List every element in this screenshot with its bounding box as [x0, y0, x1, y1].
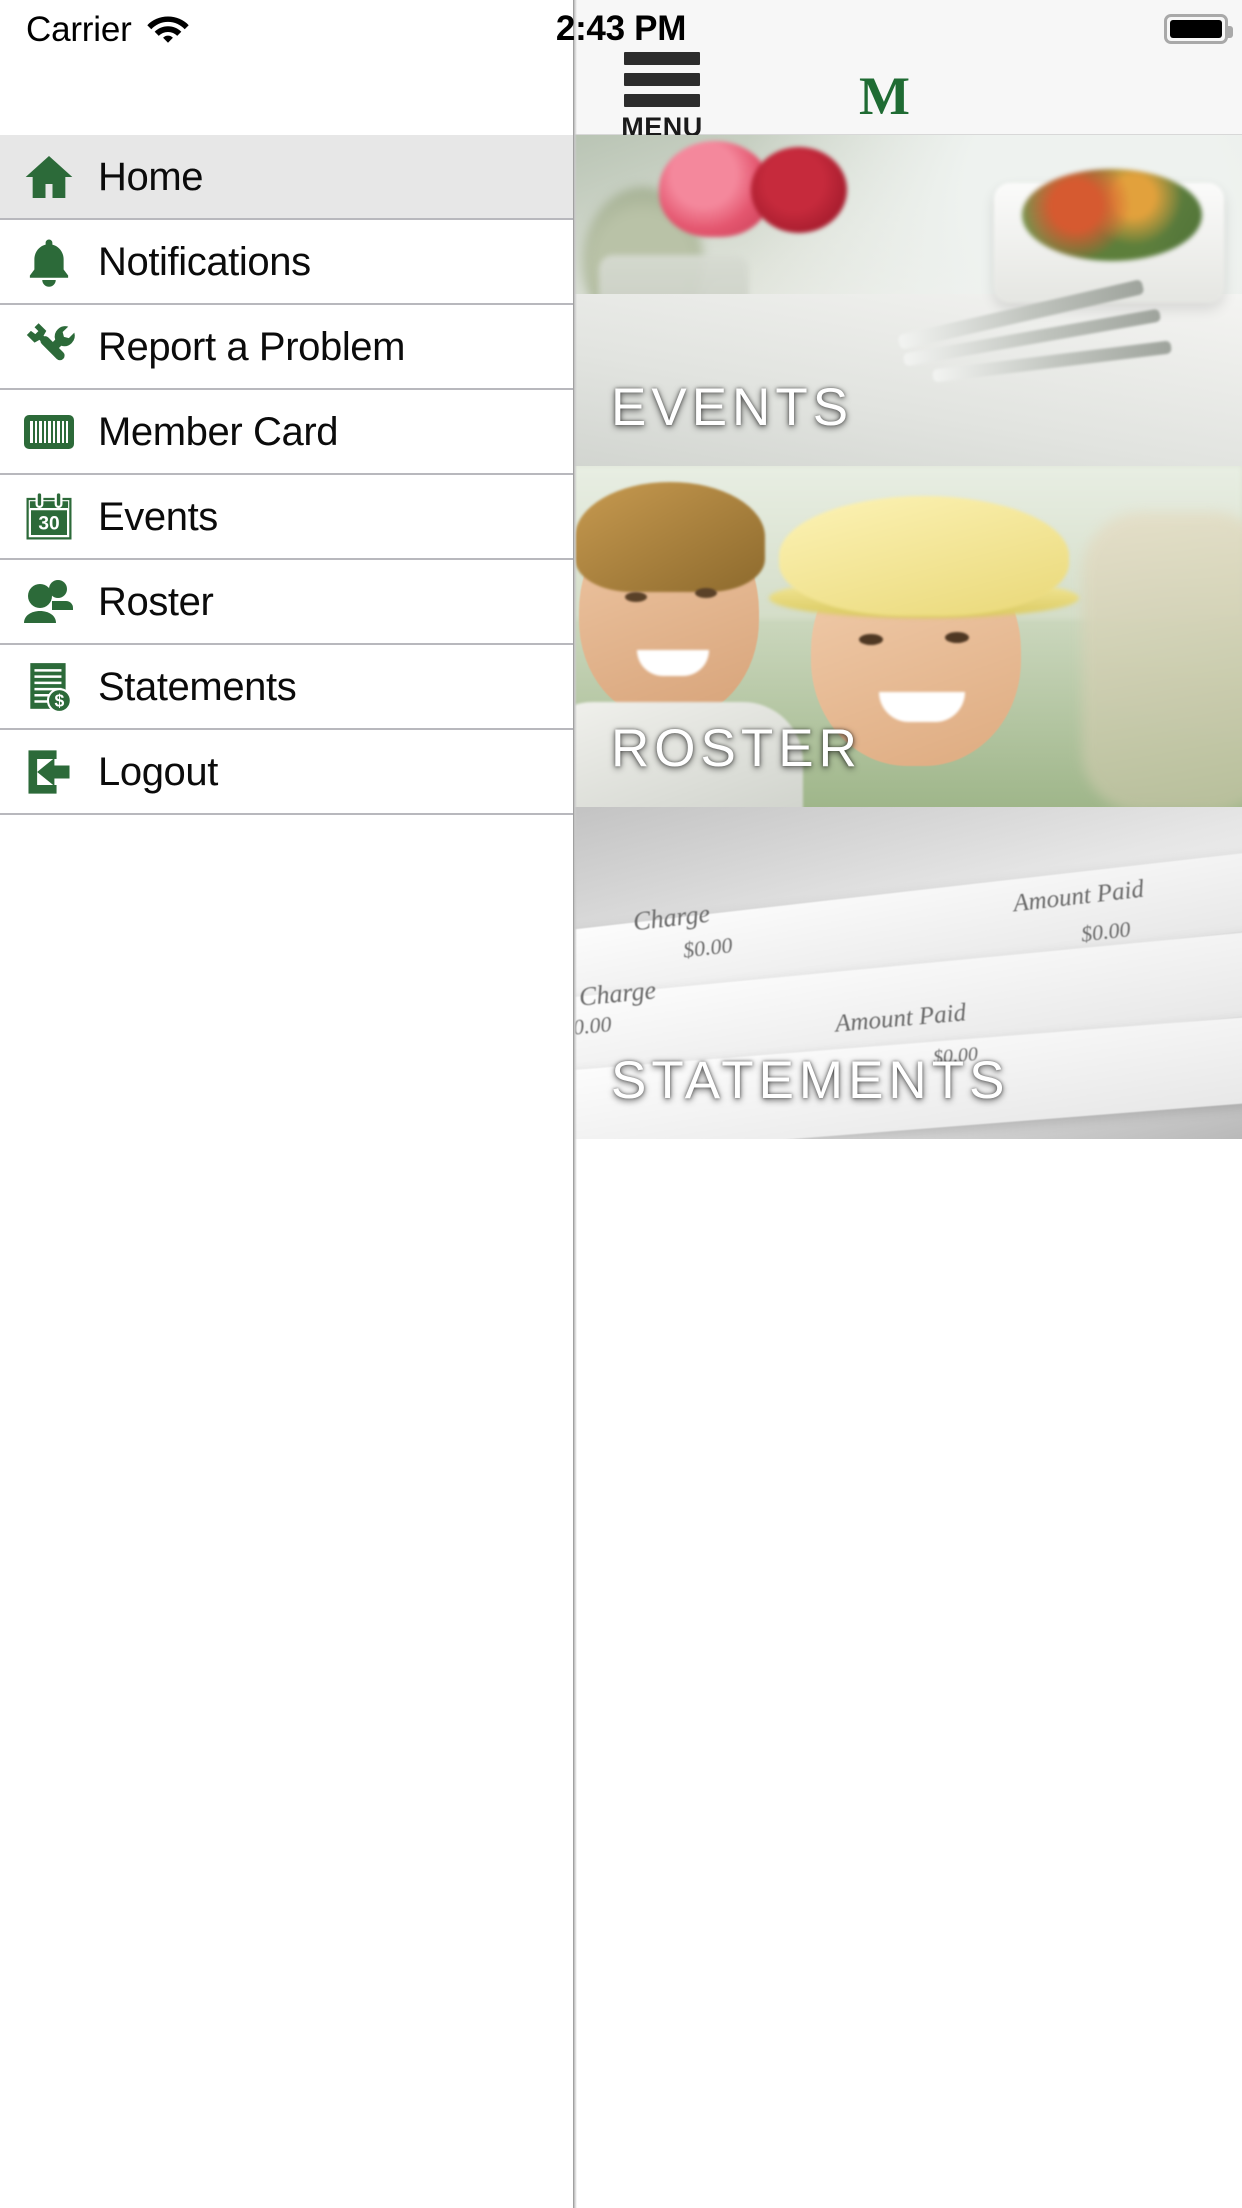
- hamburger-icon: [624, 52, 700, 107]
- photo-text-amount-2: 0.00: [573, 1011, 613, 1040]
- calendar-day-number: 30: [38, 513, 59, 534]
- status-bar: Carrier 2:43 PM: [0, 0, 686, 58]
- card-events-label: EVENTS: [611, 378, 854, 437]
- menu-button[interactable]: MENU: [617, 52, 707, 143]
- sidebar-item-member-card[interactable]: Member Card: [0, 390, 573, 475]
- svg-text:$: $: [54, 690, 64, 710]
- sidebar-item-report-a-problem[interactable]: Report a Problem: [0, 305, 573, 390]
- sidebar-item-logout-label: Logout: [98, 749, 218, 794]
- sidebar-item-statements[interactable]: $ Statements: [0, 645, 573, 730]
- card-roster[interactable]: ROSTER: [573, 466, 1242, 807]
- barcode-icon: [16, 412, 82, 452]
- page-title: M: [859, 66, 910, 126]
- card-statements-label: STATEMENTS: [611, 1051, 1010, 1110]
- sidebar-item-statements-label: Statements: [98, 664, 297, 709]
- sidebar-item-notifications[interactable]: Notifications: [0, 220, 573, 305]
- home-icon: [16, 149, 82, 205]
- app-header: MENU M: [573, 52, 1242, 142]
- main-status-bar: [573, 0, 1242, 58]
- sidebar-item-logout[interactable]: Logout: [0, 730, 573, 815]
- sidebar-item-home-label: Home: [98, 154, 204, 199]
- card-statements[interactable]: Charge $0.00 Amount Paid $0.00 Charge 0.…: [573, 807, 1242, 1139]
- card-events[interactable]: EVENTS: [573, 135, 1242, 466]
- app-screen: MENU M EVENTS ROSTER Charge $0.00 Amount…: [0, 0, 1242, 2208]
- carrier-label: Carrier: [26, 9, 132, 49]
- sidebar-item-events[interactable]: 30 Events: [0, 475, 573, 560]
- drawer-menu-list: Home Notifications Report a Problem Memb…: [0, 135, 573, 815]
- sidebar-item-report-a-problem-label: Report a Problem: [98, 324, 406, 369]
- sidebar-item-member-card-label: Member Card: [98, 409, 339, 454]
- sidebar-item-events-label: Events: [98, 494, 218, 539]
- tools-icon: [16, 319, 82, 375]
- sidebar-item-roster-label: Roster: [98, 579, 214, 624]
- logout-icon: [16, 747, 82, 797]
- sidebar-item-roster[interactable]: Roster: [0, 560, 573, 645]
- card-roster-label: ROSTER: [611, 719, 862, 778]
- sidebar-item-home[interactable]: Home: [0, 135, 573, 220]
- people-icon: [16, 578, 82, 626]
- battery-full-icon: [1164, 14, 1233, 44]
- main-content-panel: MENU M EVENTS ROSTER Charge $0.00 Amount…: [573, 0, 1242, 2208]
- photo-text-amount-1: $0.00: [681, 932, 734, 963]
- bell-icon: [16, 235, 82, 289]
- navigation-drawer: Carrier 2:43 PM Home Notifications Repor…: [0, 0, 686, 2208]
- document-money-icon: $: [16, 660, 82, 714]
- wifi-icon: [146, 10, 190, 49]
- main-empty-area: [573, 1139, 1242, 2208]
- photo-text-amount-paid-value-1: $0.00: [1079, 916, 1132, 947]
- calendar-icon: 30: [16, 490, 82, 544]
- drawer-top-spacer: [0, 58, 573, 135]
- sidebar-item-notifications-label: Notifications: [98, 239, 311, 284]
